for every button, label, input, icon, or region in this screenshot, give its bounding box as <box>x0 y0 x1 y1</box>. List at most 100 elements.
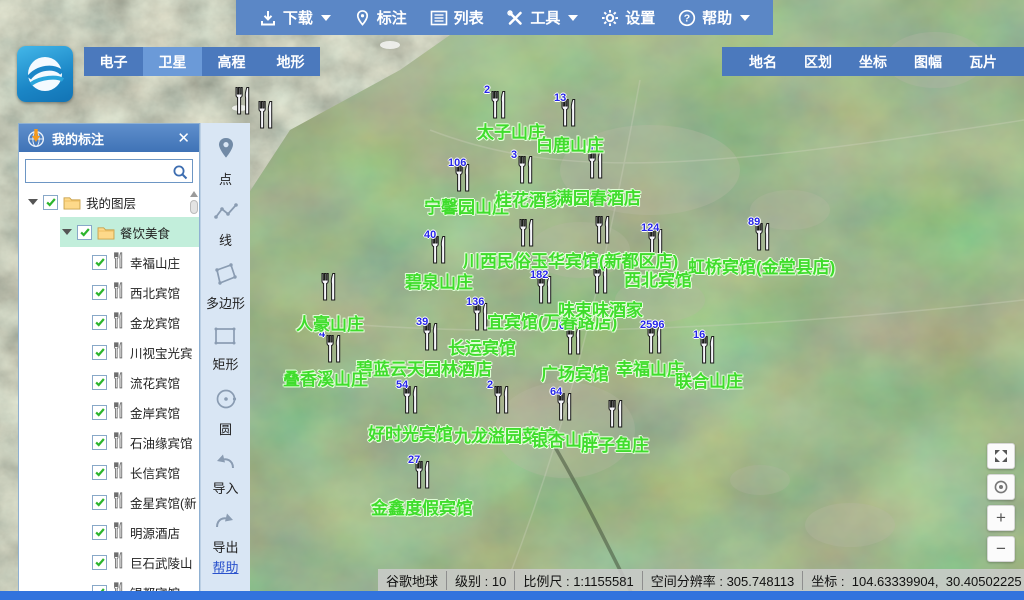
toolbar-item-下载[interactable]: 下载 <box>259 7 331 28</box>
map-marker[interactable]: 64 <box>554 392 576 422</box>
checkbox-checked[interactable] <box>92 345 107 360</box>
app-logo[interactable] <box>17 46 73 102</box>
checkbox-checked[interactable] <box>92 255 107 270</box>
search-box <box>25 159 193 183</box>
tab-电子[interactable]: 电子 <box>84 47 143 76</box>
checkbox-checked[interactable] <box>92 285 107 300</box>
tree-leaf-item[interactable]: 幸福山庄 <box>19 247 199 277</box>
tree-leaf-item[interactable]: 西北宾馆 <box>19 277 199 307</box>
folder-icon <box>63 195 81 210</box>
checkbox-checked[interactable] <box>77 225 92 240</box>
map-marker[interactable]: 16 <box>697 335 719 365</box>
tree-node-my-layers[interactable]: 我的图层 <box>19 187 199 217</box>
tree-leaf-item[interactable]: 金龙宾馆 <box>19 307 199 337</box>
map-marker[interactable]: 4 <box>323 334 345 364</box>
gear-icon <box>601 9 619 27</box>
tree-leaf-item[interactable]: 明源酒店 <box>19 517 199 547</box>
tree-leaf-item[interactable]: 金岸宾馆 <box>19 397 199 427</box>
draw-tool-导出[interactable]: 导出 <box>212 510 238 556</box>
svg-text:?: ? <box>684 12 690 24</box>
scroll-thumb[interactable] <box>190 200 198 214</box>
draw-tool-导入[interactable]: 导入 <box>212 451 238 497</box>
map-marker[interactable]: 2 <box>491 385 513 415</box>
map-marker[interactable] <box>516 218 538 248</box>
draw-tool-点[interactable]: 点 <box>214 136 238 188</box>
tree-leaf-item[interactable]: 流花宾馆 <box>19 367 199 397</box>
tab-卫星[interactable]: 卫星 <box>143 47 202 76</box>
toolbar-item-标注[interactable]: 标注 <box>354 7 407 28</box>
map-marker[interactable]: 182 <box>534 275 556 305</box>
help-link[interactable]: 帮助 <box>212 557 238 576</box>
tree-leaf-item[interactable]: 石油缘宾馆 <box>19 427 199 457</box>
toolbar-item-label: 列表 <box>454 7 484 28</box>
tree-leaf-label: 金龙宾馆 <box>130 313 180 332</box>
map-poi-label: 白鹿山庄 <box>536 131 604 156</box>
overlay-button-图幅[interactable]: 图幅 <box>914 52 942 72</box>
tree-leaf-item[interactable]: 长信宾馆 <box>19 457 199 487</box>
toolbar-item-设置[interactable]: 设置 <box>601 7 655 28</box>
tree-leaf-label: 金岸宾馆 <box>130 403 180 422</box>
draw-tool-圆[interactable]: 圆 <box>213 386 239 438</box>
toolbar-item-工具[interactable]: 工具 <box>506 7 578 28</box>
zoom-in-button[interactable]: + <box>987 505 1015 531</box>
map-marker[interactable] <box>318 272 340 302</box>
draw-tool-label: 矩形 <box>212 354 238 373</box>
restaurant-icon <box>112 462 125 482</box>
draw-tool-多边形[interactable]: 多边形 <box>206 262 245 312</box>
checkbox-checked[interactable] <box>92 435 107 450</box>
map-marker[interactable]: 3 <box>515 155 537 185</box>
zoom-out-button[interactable]: − <box>987 536 1015 562</box>
fullscreen-button[interactable] <box>987 443 1015 469</box>
checkbox-checked[interactable] <box>92 315 107 330</box>
toolbar-item-帮助[interactable]: ?帮助 <box>678 7 750 28</box>
map-marker[interactable]: 27 <box>412 460 434 490</box>
map-poi-label: 联合山庄 <box>675 367 743 392</box>
expander-icon[interactable] <box>62 229 72 235</box>
tree-leaf-item[interactable]: 银都宾馆 <box>19 577 199 591</box>
tree-leaf-item[interactable]: 金星宾馆(新 <box>19 487 199 517</box>
tab-高程[interactable]: 高程 <box>202 47 261 76</box>
map-marker[interactable]: 39 <box>420 322 442 352</box>
tree-leaf-item[interactable]: 巨石武陵山 <box>19 547 199 577</box>
locate-button[interactable] <box>987 474 1015 500</box>
checkbox-checked[interactable] <box>43 195 58 210</box>
toolbar-item-列表[interactable]: 列表 <box>430 7 484 28</box>
map-marker[interactable] <box>592 215 614 245</box>
tree-leaf-label: 明源酒店 <box>130 523 180 542</box>
map-marker[interactable]: 40 <box>428 235 450 265</box>
map-marker[interactable] <box>255 100 277 130</box>
map-marker[interactable]: 106 <box>452 163 474 193</box>
tree-scrollbar[interactable] <box>189 191 198 231</box>
tree-leaf-item[interactable]: 川视宝光宾 <box>19 337 199 367</box>
overlay-button-区划[interactable]: 区划 <box>804 52 832 72</box>
close-icon[interactable]: ✕ <box>175 131 192 146</box>
marker-count-badge: 106 <box>448 157 466 169</box>
checkbox-checked[interactable] <box>92 555 107 570</box>
scroll-up-icon[interactable] <box>190 191 198 197</box>
map-marker[interactable] <box>605 399 627 429</box>
overlay-button-地名[interactable]: 地名 <box>749 52 777 72</box>
checkbox-checked[interactable] <box>92 525 107 540</box>
draw-tool-label: 多边形 <box>206 293 245 312</box>
map-marker[interactable]: 89 <box>752 222 774 252</box>
overlay-button-坐标[interactable]: 坐标 <box>859 52 887 72</box>
map-marker[interactable]: 2 <box>488 90 510 120</box>
tree-node-group-selected[interactable]: 餐饮美食 <box>60 217 199 247</box>
circle-icon <box>213 386 239 417</box>
search-icon[interactable] <box>171 163 189 181</box>
overlay-button-瓦片[interactable]: 瓦片 <box>969 52 997 72</box>
expander-icon[interactable] <box>28 199 38 205</box>
map-marker[interactable]: 13 <box>558 98 580 128</box>
map-marker[interactable] <box>232 86 254 116</box>
tab-地形[interactable]: 地形 <box>261 47 320 76</box>
draw-tool-线[interactable]: 线 <box>213 201 239 249</box>
checkbox-checked[interactable] <box>92 405 107 420</box>
map-marker[interactable]: 54 <box>400 385 422 415</box>
draw-tool-矩形[interactable]: 矩形 <box>212 325 238 373</box>
checkbox-checked[interactable] <box>92 375 107 390</box>
checkbox-checked[interactable] <box>92 465 107 480</box>
tree-leaf-label: 幸福山庄 <box>130 253 180 272</box>
search-input[interactable] <box>28 162 168 180</box>
checkbox-checked[interactable] <box>92 495 107 510</box>
map-marker[interactable]: 2596 <box>644 325 666 355</box>
